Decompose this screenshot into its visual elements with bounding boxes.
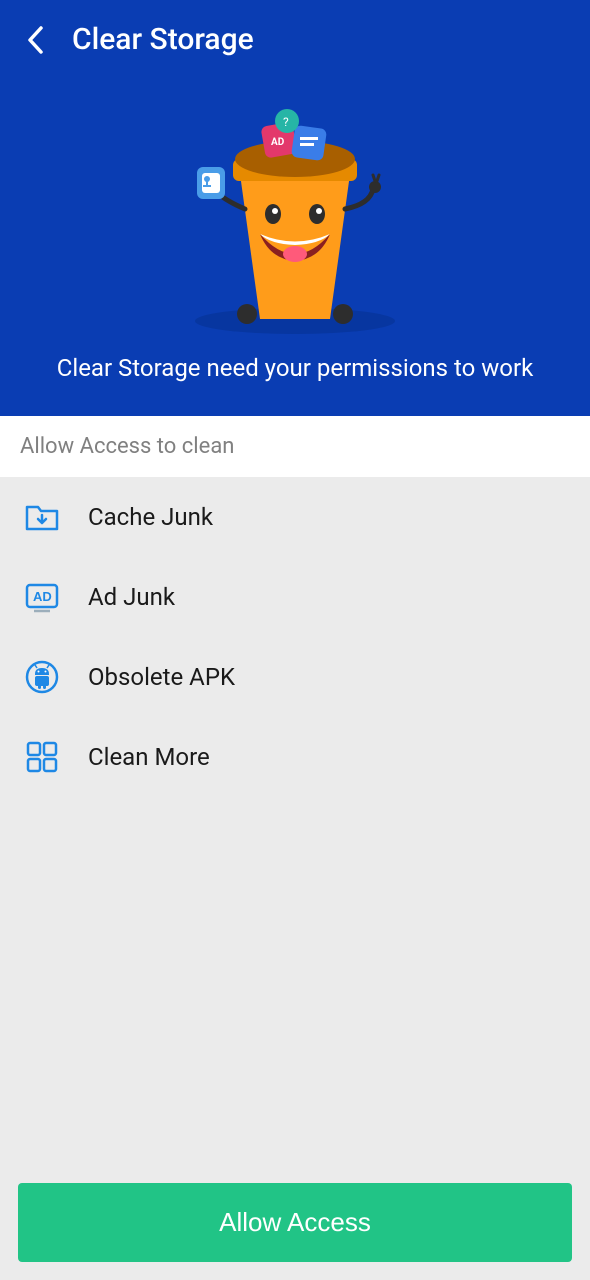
svg-text:?: ? xyxy=(283,115,289,129)
folder-download-icon xyxy=(24,499,60,535)
item-label: Obsolete APK xyxy=(88,663,235,691)
bottom-button-container: Allow Access xyxy=(18,1183,572,1262)
chevron-left-icon xyxy=(26,25,44,55)
list-item-cache-junk[interactable]: Cache Junk xyxy=(0,477,590,557)
trash-bin-icon: AD ? xyxy=(185,109,405,334)
clean-options-list: Cache Junk AD Ad Junk xyxy=(0,477,590,797)
back-button[interactable] xyxy=(26,25,44,55)
item-label: Clean More xyxy=(88,743,210,771)
list-item-ad-junk[interactable]: AD Ad Junk xyxy=(0,557,590,637)
header-section: Clear Storage AD xyxy=(0,0,590,416)
list-item-obsolete-apk[interactable]: Obsolete APK xyxy=(0,637,590,717)
grid-squares-icon xyxy=(24,739,60,775)
svg-text:AD: AD xyxy=(271,137,285,148)
permission-message: Clear Storage need your permissions to w… xyxy=(0,354,590,382)
ad-badge-icon: AD xyxy=(24,579,60,615)
android-circle-icon xyxy=(24,659,60,695)
section-header: Allow Access to clean xyxy=(0,416,590,477)
item-label: Ad Junk xyxy=(88,583,175,611)
item-label: Cache Junk xyxy=(88,503,213,531)
svg-text:AD: AD xyxy=(33,589,52,604)
page-title: Clear Storage xyxy=(72,22,254,57)
allow-access-button[interactable]: Allow Access xyxy=(18,1183,572,1262)
hero-illustration: AD ? xyxy=(0,109,590,334)
top-bar: Clear Storage xyxy=(0,0,590,79)
list-item-clean-more[interactable]: Clean More xyxy=(0,717,590,797)
